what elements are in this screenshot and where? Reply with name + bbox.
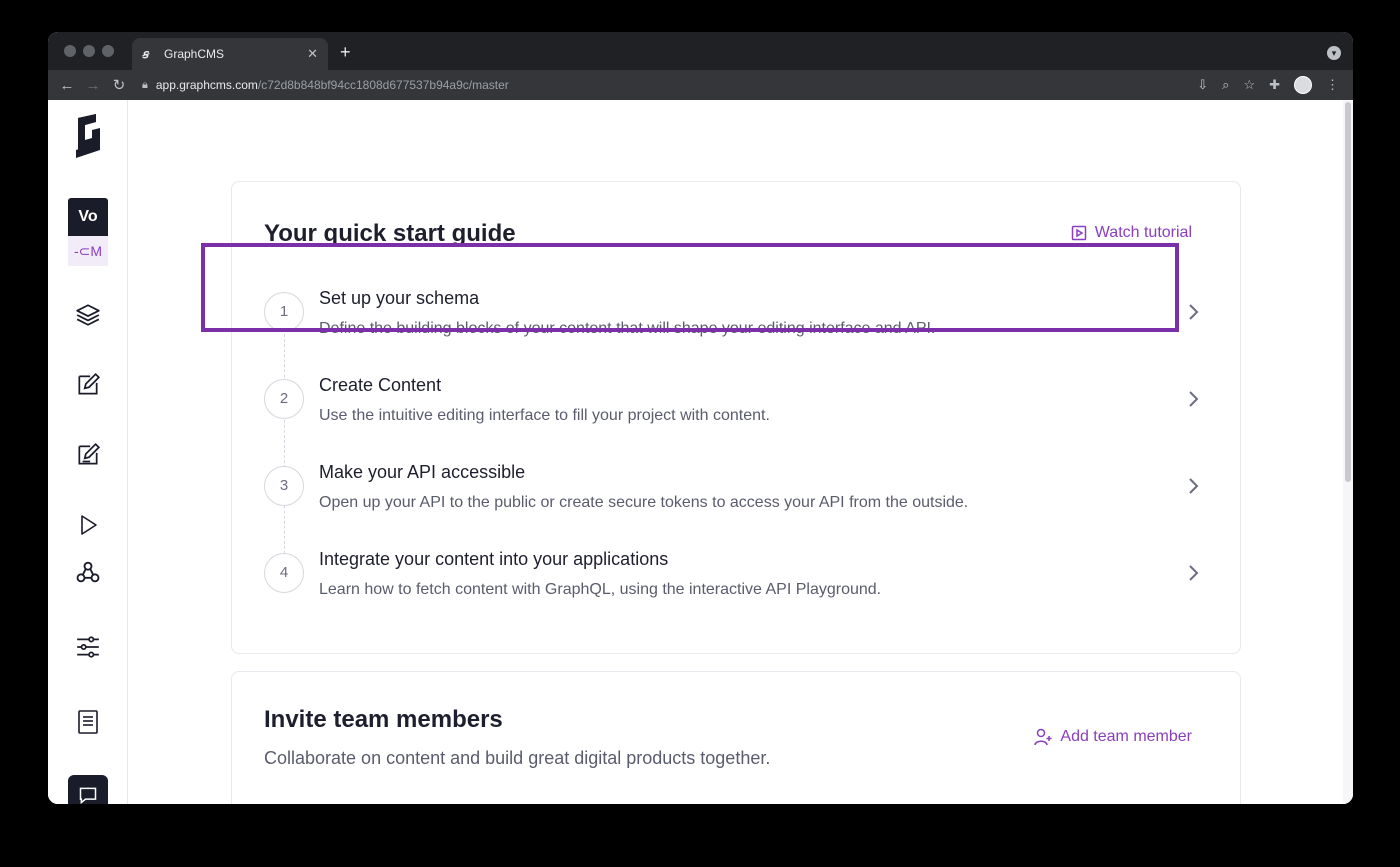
step-title: Make your API accessible [319,462,526,482]
add-team-member-button[interactable]: Add team member [1034,728,1192,746]
project-switcher[interactable]: Vo [68,198,108,236]
quickstart-title: Your quick start guide [264,220,516,247]
graphcms-favicon-icon: ꞩ [142,47,149,61]
browser-tab[interactable]: ꞩ GraphCMS ✕ [132,38,328,70]
layers-icon[interactable] [73,300,103,330]
step-integrate-content[interactable]: 4 Integrate your content into your appli… [248,535,1228,622]
settings-sliders-icon[interactable] [73,632,103,662]
invite-team-subtitle: Collaborate on content and build great d… [264,748,771,768]
quickstart-steps: 1 Set up your schema Define the building… [248,274,1228,622]
environment-badge[interactable]: -⊂M [68,236,108,266]
watch-tutorial-link[interactable]: Watch tutorial [1071,224,1192,242]
bookmark-star-icon[interactable]: ☆ [1243,77,1255,93]
invite-team-card: Invite team members Collaborate on conte… [231,671,1241,804]
sidebar: Vo -⊂M [48,100,128,804]
tab-close-icon[interactable]: ✕ [307,46,318,62]
url-path: /c72d8b848bf94cc1808d677537b94a9c/master [257,78,509,92]
browser-toolbar: ← → ↻ 🔒︎ app.graphcms.com /c72d8b848bf94… [48,70,1353,100]
step-api-access[interactable]: 3 Make your API accessible Open up your … [248,448,1228,535]
docs-book-icon[interactable] [73,707,103,737]
chevron-right-icon [1189,304,1199,320]
browser-window: ꞩ GraphCMS ✕ + ▾ ← → ↻ 🔒︎ app.graphcms.c… [48,32,1353,804]
window-zoom-dot[interactable] [102,45,114,57]
step-title: Create Content [319,375,442,395]
extensions-puzzle-icon[interactable]: ✚ [1269,77,1280,93]
chevron-right-icon [1189,565,1199,581]
step-number: 2 [264,379,304,419]
zoom-icon[interactable]: ⌕ [1222,77,1229,93]
app-content: Vo -⊂M Your quick start guide Watch tuto… [48,100,1353,804]
page-scrollbar[interactable] [1343,100,1353,804]
step-number: 4 [264,553,304,593]
back-arrow-icon[interactable]: ← [54,77,80,94]
chat-icon [79,787,97,804]
step-description: Use the intuitive editing interface to f… [319,407,770,424]
edit-icon[interactable] [73,370,103,400]
chat-button[interactable] [68,775,108,804]
chevron-right-icon [1189,478,1199,494]
browser-menu-icon[interactable]: ⋮ [1326,77,1339,93]
watch-tutorial-label: Watch tutorial [1094,224,1192,241]
new-tab-button[interactable]: + [340,42,351,63]
quickstart-card: Your quick start guide Watch tutorial 1 … [231,181,1241,654]
step-description: Learn how to fetch content with GraphQL,… [319,581,882,598]
chevron-right-icon [1189,391,1199,407]
install-app-icon[interactable]: ⇩ [1197,77,1208,93]
webhooks-icon[interactable] [73,557,103,587]
step-number: 3 [264,466,304,506]
window-close-dot[interactable] [64,45,76,57]
url-host: app.graphcms.com [155,78,258,92]
add-team-member-label: Add team member [1060,728,1192,745]
step-title: Integrate your content into your applica… [319,549,669,569]
add-user-icon [1034,728,1052,746]
edit-alt-icon[interactable] [73,440,103,470]
lock-icon: 🔒︎ [142,78,148,91]
reload-icon[interactable]: ↻ [106,76,132,94]
step-create-content[interactable]: 2 Create Content Use the intuitive editi… [248,361,1228,448]
video-play-icon [1071,225,1087,241]
graphcms-logo-icon[interactable] [72,114,102,164]
invite-team-title: Invite team members [264,706,503,733]
play-icon[interactable] [73,510,103,540]
tab-title: GraphCMS [164,47,225,61]
window-minimize-dot[interactable] [83,45,95,57]
forward-arrow-icon[interactable]: → [80,77,106,94]
step-number: 1 [264,292,304,332]
step-description: Define the building blocks of your conte… [319,320,936,337]
address-bar[interactable]: 🔒︎ app.graphcms.com /c72d8b848bf94cc1808… [142,74,1197,96]
browser-tab-bar: ꞩ GraphCMS ✕ + ▾ [48,32,1353,70]
step-title: Set up your schema [319,288,480,308]
profile-avatar[interactable] [1294,76,1312,94]
step-set-up-schema[interactable]: 1 Set up your schema Define the building… [248,274,1228,361]
tab-search-icon[interactable]: ▾ [1327,46,1341,60]
step-description: Open up your API to the public or create… [319,494,969,511]
scrollbar-thumb[interactable] [1345,102,1351,482]
